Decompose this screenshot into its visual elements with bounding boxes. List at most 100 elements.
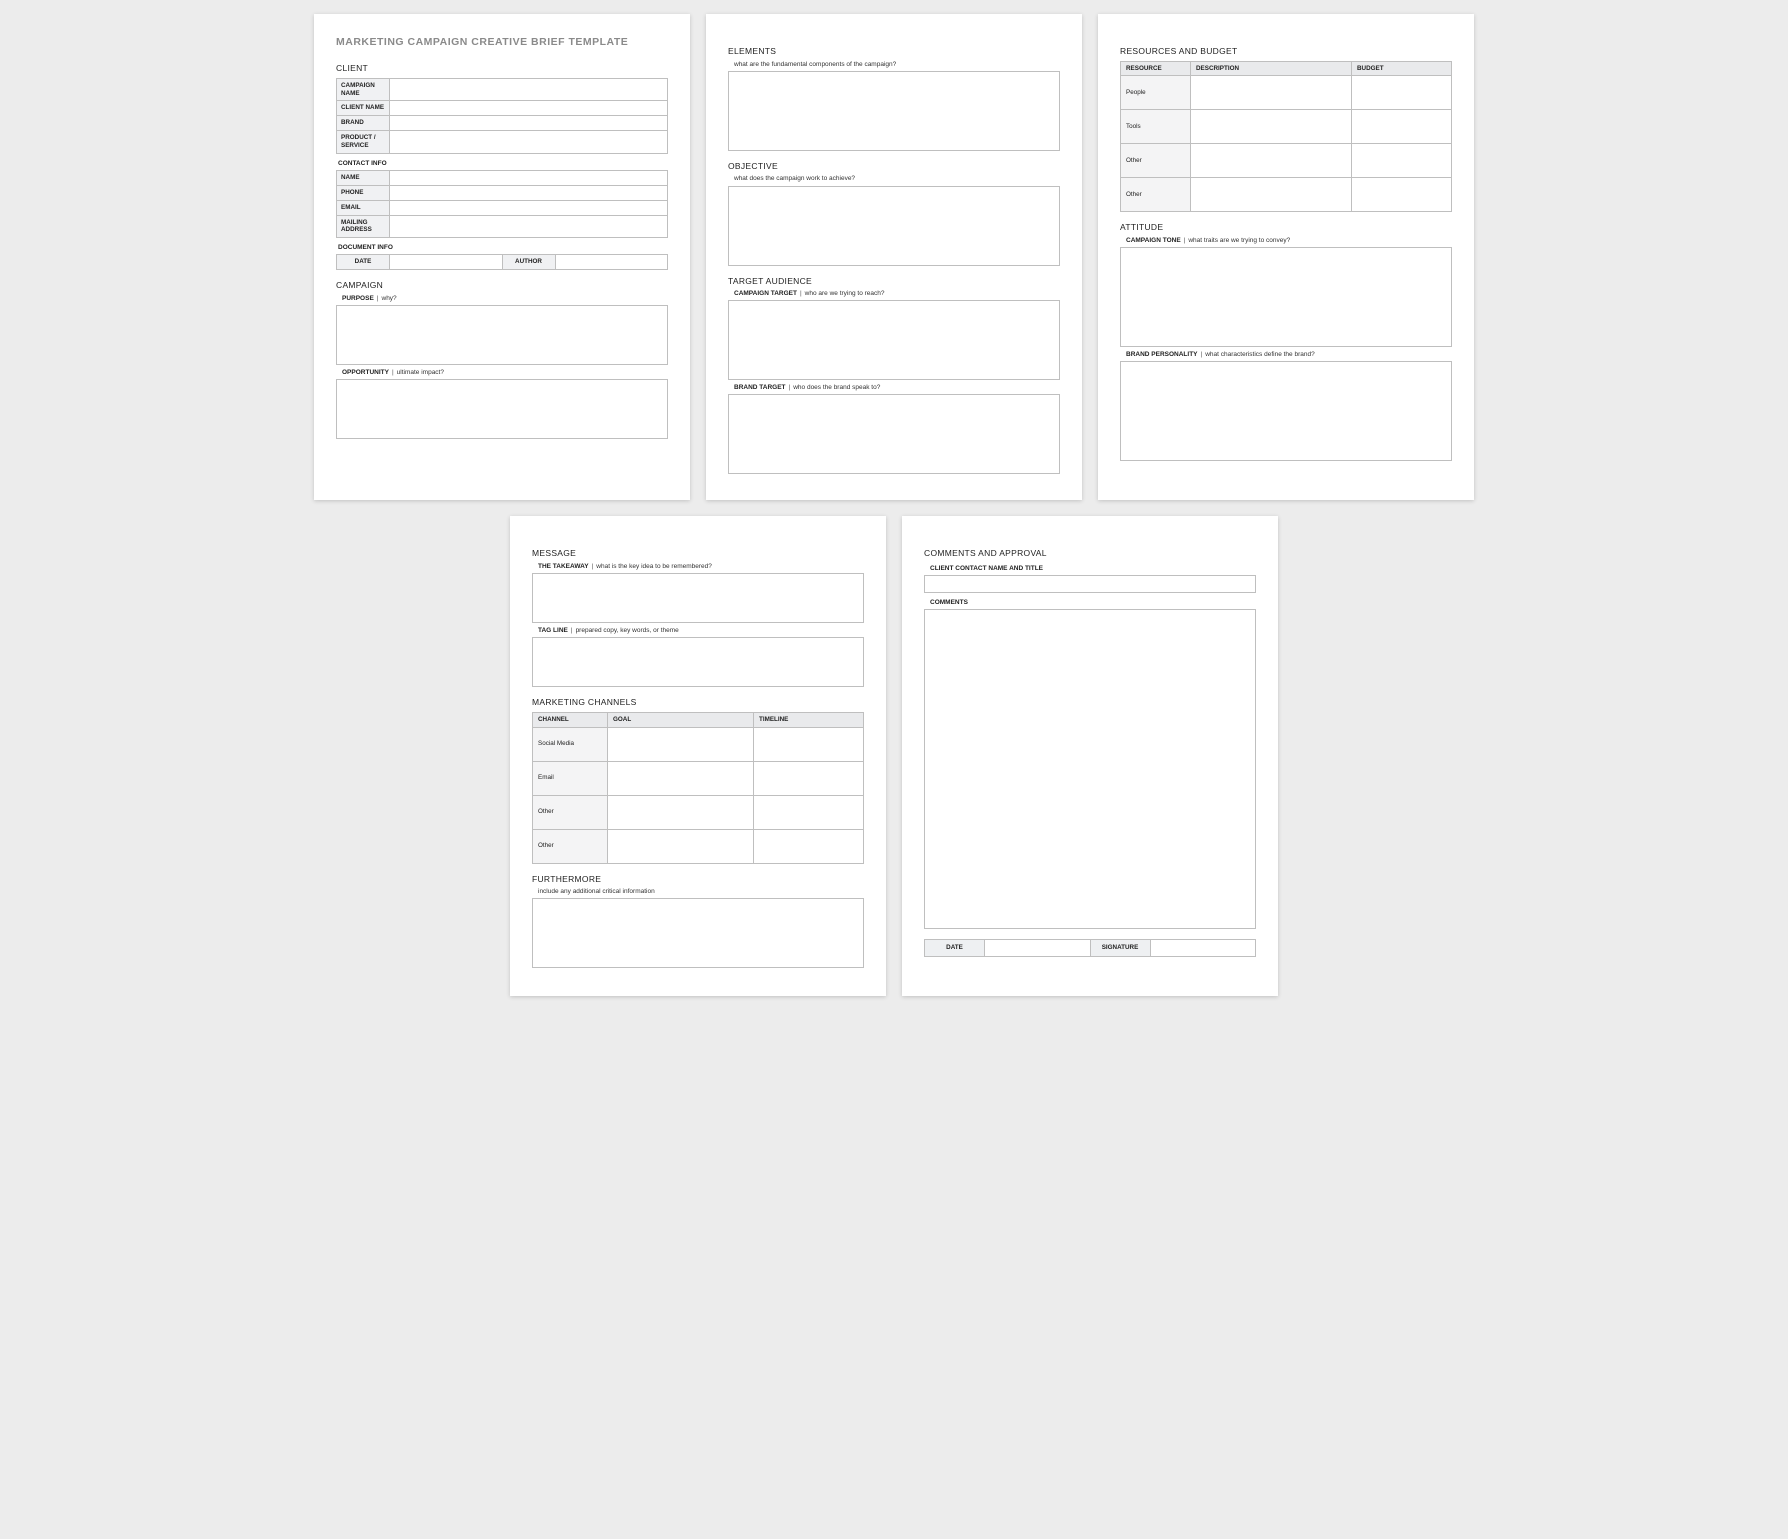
label-brand: BRAND — [337, 116, 390, 131]
prompt-furthermore: include any additional critical informat… — [538, 888, 864, 896]
label-product-service: PRODUCT / SERVICE — [337, 131, 390, 154]
col-channel: CHANNEL — [533, 712, 608, 727]
prompt-objective: what does the campaign work to achieve? — [734, 175, 1060, 183]
input-personality[interactable] — [1120, 361, 1452, 461]
input-furthermore[interactable] — [532, 898, 864, 968]
input-opportunity[interactable] — [336, 379, 668, 439]
label-sig-date: DATE — [925, 940, 985, 957]
page-2: ELEMENTS what are the fundamental compon… — [706, 14, 1082, 500]
prompt-elements: what are the fundamental components of t… — [734, 61, 1060, 69]
input-campaign-name[interactable] — [390, 78, 668, 101]
label-author: AUTHOR — [502, 255, 555, 270]
section-objective: OBJECTIVE — [728, 161, 1060, 172]
contact-table: NAME PHONE EMAIL MAILING ADDRESS — [336, 170, 668, 238]
input-signature[interactable] — [1150, 940, 1256, 957]
page-3: RESOURCES AND BUDGET RESOURCE DESCRIPTIO… — [1098, 14, 1474, 500]
input-brand[interactable] — [390, 116, 668, 131]
cell[interactable] — [1191, 76, 1352, 110]
col-resource: RESOURCE — [1121, 61, 1191, 76]
label-email: EMAIL — [337, 200, 390, 215]
prompt-purpose: PURPOSE|why? — [342, 295, 668, 303]
cell[interactable] — [1352, 110, 1452, 144]
resources-table: RESOURCE DESCRIPTION BUDGET People Tools… — [1120, 61, 1452, 213]
label-phone: PHONE — [337, 185, 390, 200]
cell[interactable] — [608, 795, 754, 829]
input-elements[interactable] — [728, 71, 1060, 151]
cell[interactable] — [1352, 144, 1452, 178]
row-social: Social Media — [533, 727, 608, 761]
label-client-contact: CLIENT CONTACT NAME AND TITLE — [930, 565, 1256, 573]
col-budget: BUDGET — [1352, 61, 1452, 76]
row-other-1: Other — [1121, 144, 1191, 178]
label-date: DATE — [337, 255, 390, 270]
subhead-document-info: DOCUMENT INFO — [338, 244, 668, 252]
prompt-tone: CAMPAIGN TONE|what traits are we trying … — [1126, 237, 1452, 245]
prompt-opportunity: OPPORTUNITY|ultimate impact? — [342, 369, 668, 377]
section-resources: RESOURCES AND BUDGET — [1120, 46, 1452, 57]
input-client-name[interactable] — [390, 101, 668, 116]
page-1: MARKETING CAMPAIGN CREATIVE BRIEF TEMPLA… — [314, 14, 690, 500]
section-audience: TARGET AUDIENCE — [728, 276, 1060, 287]
input-client-contact[interactable] — [924, 575, 1256, 593]
input-comments[interactable] — [924, 609, 1256, 929]
input-product-service[interactable] — [390, 131, 668, 154]
signature-table: DATE SIGNATURE — [924, 939, 1256, 957]
prompt-personality: BRAND PERSONALITY|what characteristics d… — [1126, 351, 1452, 359]
cell[interactable] — [754, 829, 864, 863]
input-tone[interactable] — [1120, 247, 1452, 347]
input-brand-target[interactable] — [728, 394, 1060, 474]
prompt-tagline: TAG LINE|prepared copy, key words, or th… — [538, 627, 864, 635]
input-mailing[interactable] — [390, 215, 668, 238]
input-objective[interactable] — [728, 186, 1060, 266]
cell[interactable] — [1191, 178, 1352, 212]
cell[interactable] — [1352, 178, 1452, 212]
cell[interactable] — [754, 727, 864, 761]
cell[interactable] — [754, 761, 864, 795]
docinfo-table: DATE AUTHOR — [336, 254, 668, 270]
input-email[interactable] — [390, 200, 668, 215]
input-name[interactable] — [390, 171, 668, 186]
col-description: DESCRIPTION — [1191, 61, 1352, 76]
input-campaign-target[interactable] — [728, 300, 1060, 380]
page-5: COMMENTS AND APPROVAL CLIENT CONTACT NAM… — [902, 516, 1278, 996]
label-client-name: CLIENT NAME — [337, 101, 390, 116]
input-takeaway[interactable] — [532, 573, 864, 623]
row-ch-other-2: Other — [533, 829, 608, 863]
row-ch-other-1: Other — [533, 795, 608, 829]
cell[interactable] — [608, 761, 754, 795]
cell[interactable] — [754, 795, 864, 829]
section-elements: ELEMENTS — [728, 46, 1060, 57]
cell[interactable] — [608, 727, 754, 761]
input-author[interactable] — [555, 255, 668, 270]
section-furthermore: FURTHERMORE — [532, 874, 864, 885]
label-signature: SIGNATURE — [1090, 940, 1150, 957]
label-mailing: MAILING ADDRESS — [337, 215, 390, 238]
channels-table: CHANNEL GOAL TIMELINE Social Media Email… — [532, 712, 864, 864]
prompt-campaign-target: CAMPAIGN TARGET|who are we trying to rea… — [734, 290, 1060, 298]
client-table: CAMPAIGN NAME CLIENT NAME BRAND PRODUCT … — [336, 78, 668, 154]
subhead-contact-info: CONTACT INFO — [338, 160, 668, 168]
cell[interactable] — [1352, 76, 1452, 110]
row-email: Email — [533, 761, 608, 795]
input-tagline[interactable] — [532, 637, 864, 687]
section-channels: MARKETING CHANNELS — [532, 697, 864, 708]
row-other-2: Other — [1121, 178, 1191, 212]
cell[interactable] — [1191, 144, 1352, 178]
prompt-brand-target: BRAND TARGET|who does the brand speak to… — [734, 384, 1060, 392]
section-message: MESSAGE — [532, 548, 864, 559]
section-approval: COMMENTS AND APPROVAL — [924, 548, 1256, 559]
input-phone[interactable] — [390, 185, 668, 200]
input-date[interactable] — [390, 255, 503, 270]
cell[interactable] — [608, 829, 754, 863]
col-timeline: TIMELINE — [754, 712, 864, 727]
label-comments: COMMENTS — [930, 599, 1256, 607]
prompt-takeaway: THE TAKEAWAY|what is the key idea to be … — [538, 563, 864, 571]
section-client: CLIENT — [336, 63, 668, 74]
section-campaign: CAMPAIGN — [336, 280, 668, 291]
row-people: People — [1121, 76, 1191, 110]
col-goal: GOAL — [608, 712, 754, 727]
cell[interactable] — [1191, 110, 1352, 144]
input-purpose[interactable] — [336, 305, 668, 365]
page-4: MESSAGE THE TAKEAWAY|what is the key ide… — [510, 516, 886, 996]
input-sig-date[interactable] — [985, 940, 1091, 957]
